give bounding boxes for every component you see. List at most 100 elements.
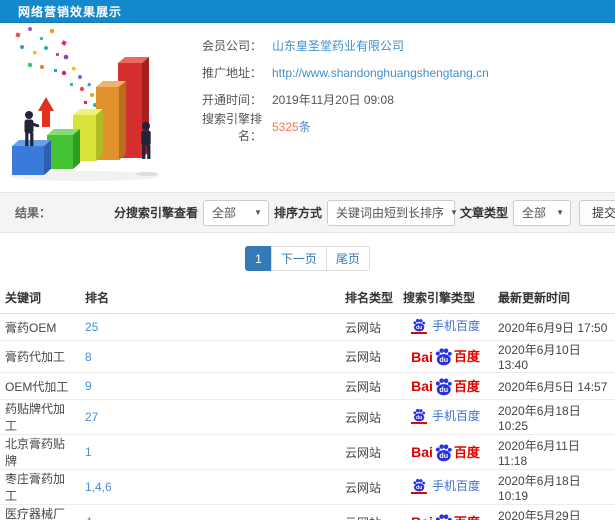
engine-cell: Bai百度百度 — [398, 340, 493, 373]
baidu-paw-icon — [410, 408, 427, 424]
sort-select-value: 关键词由短到长排序 — [335, 206, 444, 220]
chevron-down-icon: ▼ — [449, 208, 458, 217]
keyword-cell: 枣庄膏药加工 — [0, 469, 80, 505]
baidu-paw-icon — [410, 478, 427, 494]
baidu-paw-icon — [434, 377, 453, 396]
bar-chart-illustration — [0, 23, 185, 192]
header-updated: 最新更新时间 — [493, 283, 615, 314]
sort-select[interactable]: 关键词由短到长排序 ▼ — [326, 199, 458, 226]
open-time-label: 开通时间： — [201, 93, 262, 107]
company-link[interactable]: 山东皇圣堂药业有限公司 — [272, 37, 404, 54]
engine-cell: Bai手机百度手机百度 — [398, 313, 493, 341]
rank-cell: 4 — [80, 504, 340, 520]
title-bar: 网络营销效果展示 — [0, 0, 615, 23]
mobile-baidu-icon: 手机百度 — [410, 318, 480, 334]
engine-cell: Bai百度百度 — [398, 504, 493, 520]
chevron-down-icon: ▼ — [556, 208, 564, 217]
engine-cell: Bai手机百度手机百度 — [398, 469, 493, 505]
article-type-select[interactable]: 全部 ▼ — [512, 199, 571, 226]
table-row: OEM代加工 9 云网站Bai百度百度2020年6月5日 14:57 — [0, 372, 615, 400]
growth-chart-image — [10, 27, 160, 181]
table-row: 药贴牌代加工 27 云网站Bai手机百度手机百度2020年6月18日 10:25 — [0, 399, 615, 435]
sort-filter-label: 排序方式 — [273, 206, 322, 220]
rank-link[interactable]: 4 — [85, 515, 92, 520]
updated-cell: 2020年6月9日 17:50 — [493, 313, 615, 341]
rank-link[interactable]: 27 — [85, 410, 98, 424]
engine-cell: Bai百度百度 — [398, 434, 493, 470]
updated-cell: 2020年6月10日 13:40 — [493, 340, 615, 373]
table-row: 膏药代加工 8 云网站Bai百度百度2020年6月10日 13:40 — [0, 340, 615, 373]
rank-cell: 9 — [80, 372, 340, 400]
open-time-value: 2019年11月20日 09:08 — [272, 93, 394, 107]
baidu-logo-icon: Bai百度 — [411, 513, 480, 520]
member-info-panel: 会员公司： 山东皇圣堂药业有限公司 推广地址： http://www.shand… — [185, 23, 615, 192]
engine-filter-label: 分搜索引擎查看 — [113, 206, 198, 220]
updated-cell: 2020年6月5日 14:57 — [493, 372, 615, 400]
keyword-cell: 北京膏药贴牌 — [0, 434, 80, 470]
engine-cell: Bai手机百度手机百度 — [398, 399, 493, 435]
result-label: 结果： — [15, 206, 52, 220]
page-title: 网络营销效果展示 — [18, 4, 123, 19]
updated-cell: 2020年6月18日 10:19 — [493, 469, 615, 505]
mobile-baidu-icon: 手机百度 — [410, 478, 480, 494]
baidu-logo-icon: Bai百度 — [411, 444, 480, 460]
rank-cell: 8 — [80, 340, 340, 373]
baidu-paw-icon — [434, 347, 453, 366]
rank-type-cell: 云网站 — [340, 434, 398, 470]
rank-count-unit: 条 — [298, 120, 311, 134]
confetti-dots — [15, 27, 106, 111]
baidu-paw-icon — [434, 513, 453, 520]
marketing-report-page: 网络营销效果展示 会员公司： 山东皇圣堂药业有限公司 推广地址： http://… — [0, 0, 615, 520]
article-type-label: 文章类型 — [459, 206, 508, 220]
header-keyword: 关键词 — [0, 283, 80, 314]
keyword-cell: 医疗器械厂家 — [0, 504, 80, 520]
rank-type-cell: 云网站 — [340, 313, 398, 341]
table-row: 膏药OEM 25 云网站Bai手机百度手机百度2020年6月9日 17:50 — [0, 313, 615, 341]
company-label: 会员公司： — [201, 39, 262, 53]
rank-type-cell: 云网站 — [340, 399, 398, 435]
keyword-cell: OEM代加工 — [0, 372, 80, 400]
engine-cell: Bai百度百度 — [398, 372, 493, 400]
next-page-button[interactable]: 下一页 — [270, 246, 327, 271]
info-row-company: 会员公司： 山东皇圣堂药业有限公司 — [185, 32, 615, 59]
filter-controls: 分搜索引擎查看 全部 ▼ 排序方式 关键词由短到长排序 ▼ 文章类型 全部 ▼ … — [109, 199, 615, 226]
header-rank: 排名 — [80, 283, 340, 314]
rank-link[interactable]: 1,4,6 — [85, 480, 112, 494]
table-row: 医疗器械厂家 4 云网站Bai百度百度2020年5月29日 10:32 — [0, 504, 615, 520]
table-row: 北京膏药贴牌 1 云网站Bai百度百度2020年6月11日 11:18 — [0, 434, 615, 470]
promo-url-label: 推广地址： — [201, 66, 262, 80]
table-row: 枣庄膏药加工 1,4,6 云网站Bai手机百度手机百度2020年6月18日 10:1… — [0, 469, 615, 505]
header-rank-type: 排名类型 — [340, 283, 398, 314]
engine-select[interactable]: 全部 ▼ — [202, 199, 269, 226]
up-arrow-icon — [38, 97, 54, 127]
updated-cell: 2020年6月11日 11:18 — [493, 434, 615, 470]
top-section: 会员公司： 山东皇圣堂药业有限公司 推广地址： http://www.shand… — [0, 23, 615, 192]
rank-count-label: 搜索引擎排名： — [201, 111, 262, 143]
bar-green — [47, 129, 80, 169]
rank-link[interactable]: 8 — [85, 350, 92, 364]
keyword-cell: 膏药代加工 — [0, 340, 80, 373]
baidu-logo-icon: Bai百度 — [411, 377, 480, 396]
pagination: 1 下一页 尾页 — [0, 246, 615, 271]
rank-type-cell: 云网站 — [340, 504, 398, 520]
updated-cell: 2020年5月29日 10:32 — [493, 504, 615, 520]
baidu-logo-icon: Bai百度 — [411, 347, 480, 366]
baidu-paw-icon — [410, 318, 427, 334]
rank-count-value: 5325条 — [272, 118, 311, 135]
keyword-cell: 膏药OEM — [0, 313, 80, 341]
chevron-down-icon: ▼ — [254, 208, 262, 217]
updated-cell: 2020年6月18日 10:25 — [493, 399, 615, 435]
info-row-url: 推广地址： http://www.shandonghuangshengtang.… — [185, 59, 615, 86]
submit-button[interactable]: 提交 — [578, 199, 615, 226]
last-page-button[interactable]: 尾页 — [325, 246, 370, 271]
keyword-ranking-table: 关键词 排名 排名类型 搜索引擎类型 最新更新时间 膏药OEM25云网站Bai手… — [0, 283, 615, 520]
promo-url-link[interactable]: http://www.shandonghuangshengtang.cn — [272, 66, 489, 80]
article-type-select-value: 全部 — [521, 206, 546, 220]
rank-link[interactable]: 9 — [85, 379, 92, 393]
keyword-cell: 药贴牌代加工 — [0, 399, 80, 435]
rank-cell: 1,4,6 — [80, 469, 340, 505]
rank-link[interactable]: 1 — [85, 445, 92, 459]
page-1-button[interactable]: 1 — [245, 246, 272, 271]
rank-cell: 27 — [80, 399, 340, 435]
rank-link[interactable]: 25 — [85, 320, 98, 334]
